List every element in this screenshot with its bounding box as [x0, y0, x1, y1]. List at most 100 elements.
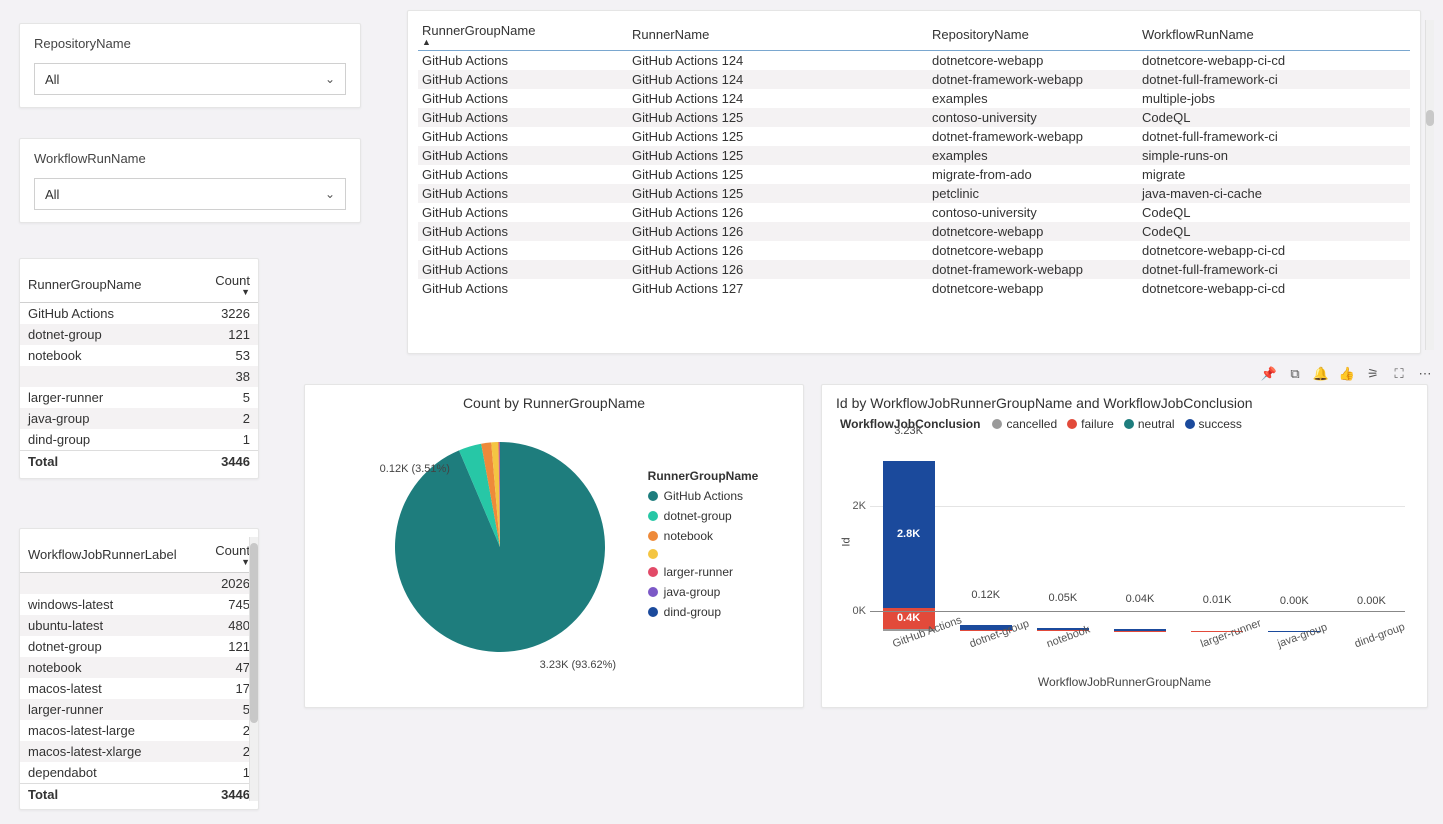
- table-row[interactable]: 38: [20, 366, 258, 387]
- pin-icon[interactable]: 📌: [1259, 364, 1279, 384]
- like-icon[interactable]: 👍: [1337, 364, 1357, 384]
- scrollbar-thumb[interactable]: [250, 543, 258, 723]
- table-row[interactable]: GitHub ActionsGitHub Actions 124dotnet-f…: [418, 70, 1410, 89]
- table-row[interactable]: dotnet-group121: [20, 636, 258, 657]
- legend-item[interactable]: neutral: [1124, 417, 1175, 431]
- filter-repository-label: RepositoryName: [34, 36, 346, 51]
- col-header[interactable]: RepositoryName: [928, 17, 1138, 51]
- table-total-row: Total3446: [20, 784, 258, 806]
- table-row[interactable]: larger-runner5: [20, 387, 258, 408]
- focus-icon[interactable]: ⛶: [1389, 364, 1409, 384]
- bar-legend: WorkflowJobConclusion cancelledfailurene…: [840, 417, 1413, 431]
- sort-desc-icon: ▼: [210, 558, 250, 566]
- table-row[interactable]: dependabot1: [20, 762, 258, 784]
- table-row[interactable]: notebook47: [20, 657, 258, 678]
- filter-repository-select[interactable]: All ⌄: [34, 63, 346, 95]
- col-header[interactable]: RunnerGroupName: [20, 267, 191, 303]
- table-row[interactable]: GitHub ActionsGitHub Actions 125petclini…: [418, 184, 1410, 203]
- runner-group-table: RunnerGroupName Count ▼ GitHub Actions32…: [19, 258, 259, 479]
- chevron-down-icon: ⌄: [325, 187, 335, 201]
- legend-item[interactable]: java-group: [648, 585, 759, 599]
- visual-toolbar: 📌 ⧉ 🔔 👍 ⚞ ⛶ ⋯: [1259, 364, 1435, 384]
- table-row[interactable]: GitHub ActionsGitHub Actions 124dotnetco…: [418, 51, 1410, 71]
- col-header[interactable]: WorkflowRunName: [1138, 17, 1410, 51]
- table-row[interactable]: GitHub ActionsGitHub Actions 127dotnetco…: [418, 279, 1410, 298]
- runner-label-table: WorkflowJobRunnerLabel Count ▼ 2026windo…: [19, 528, 259, 810]
- table-row[interactable]: GitHub ActionsGitHub Actions 125examples…: [418, 146, 1410, 165]
- bar-column[interactable]: 2.8K0.4K: [883, 461, 935, 631]
- legend-item[interactable]: larger-runner: [648, 565, 759, 579]
- chevron-down-icon: ⌄: [325, 72, 335, 86]
- table-row[interactable]: dind-group1: [20, 429, 258, 451]
- col-header[interactable]: RunnerGroupName ▲: [418, 17, 628, 51]
- legend-item[interactable]: cancelled: [992, 417, 1057, 431]
- legend-item[interactable]: [648, 549, 759, 559]
- table-row[interactable]: macos-latest-large2: [20, 720, 258, 741]
- pie-legend: RunnerGroupName GitHub Actions dotnet-gro…: [648, 469, 759, 625]
- col-header[interactable]: WorkflowJobRunnerLabel: [20, 537, 202, 573]
- bar-value-label: 0.12K: [971, 589, 1000, 605]
- table-row[interactable]: notebook53: [20, 345, 258, 366]
- filter-repository-value: All: [45, 72, 59, 87]
- scrollbar[interactable]: [249, 537, 258, 801]
- filter-icon[interactable]: ⚞: [1363, 364, 1383, 384]
- bell-icon[interactable]: 🔔: [1311, 364, 1331, 384]
- filter-workflow-select[interactable]: All ⌄: [34, 178, 346, 210]
- bar-value-label: 0.00K: [1280, 595, 1309, 611]
- table-row[interactable]: GitHub ActionsGitHub Actions 124examples…: [418, 89, 1410, 108]
- table-row[interactable]: GitHub ActionsGitHub Actions 126dotnetco…: [418, 222, 1410, 241]
- bar-value-label: 0.04K: [1126, 593, 1155, 609]
- bar-value-label: 0.00K: [1357, 595, 1386, 611]
- table-row[interactable]: GitHub ActionsGitHub Actions 125contoso-…: [418, 108, 1410, 127]
- filter-workflow-value: All: [45, 187, 59, 202]
- filter-repository: RepositoryName All ⌄: [19, 23, 361, 108]
- legend-item[interactable]: GitHub Actions: [648, 489, 759, 503]
- table-row[interactable]: larger-runner5: [20, 699, 258, 720]
- y-tick-label: 2K: [853, 500, 870, 512]
- scrollbar[interactable]: [1425, 20, 1434, 350]
- table-row[interactable]: GitHub ActionsGitHub Actions 126dotnetco…: [418, 241, 1410, 260]
- legend-item[interactable]: success: [1185, 417, 1242, 431]
- table-row[interactable]: GitHub ActionsGitHub Actions 125migrate-…: [418, 165, 1410, 184]
- legend-item[interactable]: dotnet-group: [648, 509, 759, 523]
- table-row[interactable]: 2026: [20, 573, 258, 595]
- bar-chart[interactable]: Id 0K2K2.8K0.4K3.23K0.12K0.05K0.04K0.01K…: [870, 441, 1405, 631]
- legend-item[interactable]: notebook: [648, 529, 759, 543]
- table-row[interactable]: ubuntu-latest480: [20, 615, 258, 636]
- bar-value-label: 0.01K: [1203, 594, 1232, 610]
- table-row[interactable]: GitHub Actions3226: [20, 303, 258, 325]
- table-row[interactable]: GitHub ActionsGitHub Actions 126dotnet-f…: [418, 260, 1410, 279]
- table-row[interactable]: macos-latest-xlarge2: [20, 741, 258, 762]
- pie-chart-title: Count by RunnerGroupName: [319, 395, 789, 411]
- col-header[interactable]: Count ▼: [191, 267, 258, 303]
- sort-asc-icon: ▲: [422, 38, 624, 46]
- bar-chart-card: Id by WorkflowJobRunnerGroupName and Wor…: [821, 384, 1428, 708]
- sort-desc-icon: ▼: [199, 288, 250, 296]
- bar-value-label: 0.05K: [1048, 592, 1077, 608]
- table-row[interactable]: macos-latest17: [20, 678, 258, 699]
- table-row[interactable]: GitHub ActionsGitHub Actions 125dotnet-f…: [418, 127, 1410, 146]
- bar-chart-title: Id by WorkflowJobRunnerGroupName and Wor…: [836, 395, 1413, 411]
- legend-title: RunnerGroupName: [648, 469, 759, 483]
- pie-annotation: 3.23K (93.62%): [540, 659, 616, 671]
- y-tick-label: 0K: [853, 605, 870, 617]
- y-axis-label: Id: [841, 537, 853, 546]
- copy-icon[interactable]: ⧉: [1285, 364, 1305, 384]
- table-row[interactable]: java-group2: [20, 408, 258, 429]
- table-total-row: Total3446: [20, 451, 258, 473]
- pie-annotation: 0.12K (3.51%): [380, 463, 450, 475]
- scrollbar-thumb[interactable]: [1426, 110, 1434, 126]
- legend-item[interactable]: failure: [1067, 417, 1114, 431]
- bar-value-label: 3.23K: [894, 425, 923, 441]
- filter-workflow: WorkflowRunName All ⌄: [19, 138, 361, 223]
- runs-table: RunnerGroupName ▲ RunnerName RepositoryN…: [407, 10, 1421, 354]
- col-header[interactable]: RunnerName: [628, 17, 928, 51]
- bar-x-axis: GitHub Actionsdotnet-groupnotebooklarger…: [870, 631, 1413, 671]
- more-icon[interactable]: ⋯: [1415, 364, 1435, 384]
- pie-chart-card: Count by RunnerGroupName 0.12K (3.51%) 3.…: [304, 384, 804, 708]
- table-row[interactable]: windows-latest745: [20, 594, 258, 615]
- table-row[interactable]: GitHub ActionsGitHub Actions 126contoso-…: [418, 203, 1410, 222]
- legend-item[interactable]: dind-group: [648, 605, 759, 619]
- filter-workflow-label: WorkflowRunName: [34, 151, 346, 166]
- table-row[interactable]: dotnet-group121: [20, 324, 258, 345]
